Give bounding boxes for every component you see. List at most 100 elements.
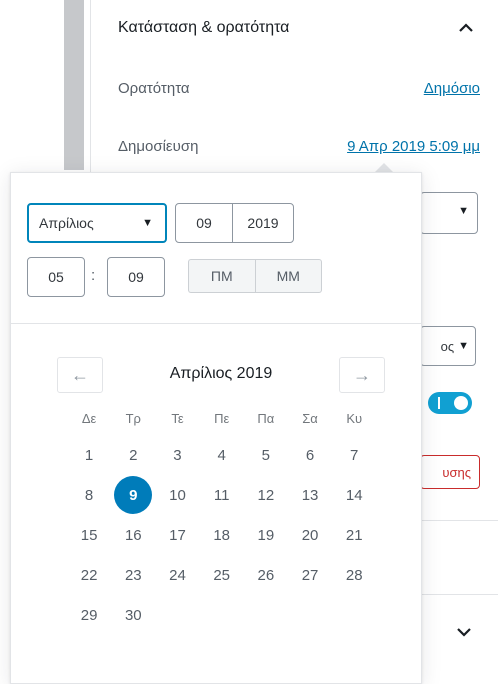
- calendar-day-number: 8: [84, 486, 94, 504]
- calendar-day[interactable]: 18: [200, 515, 244, 555]
- calendar-month-title: Απρίλιος 2019: [169, 365, 273, 382]
- calendar-day-number: 10: [169, 486, 186, 504]
- calendar-day[interactable]: 15: [67, 515, 111, 555]
- background-toggle[interactable]: [428, 392, 472, 414]
- background-select-2-text: ος: [440, 338, 455, 354]
- calendar-day-number: 5: [261, 446, 271, 464]
- calendar-day[interactable]: 6: [288, 435, 332, 475]
- date-time-popover: Απρίλιος ▼ 09 2019 05 : 09 ΠΜ ΜΜ ← Απρίλ…: [10, 172, 422, 684]
- visibility-toggle-link[interactable]: Δημόσιο: [424, 80, 480, 97]
- calendar-day[interactable]: 30: [111, 595, 155, 635]
- calendar-day-number: 16: [124, 526, 142, 544]
- status-visibility-panel-header[interactable]: Κατάσταση & ορατότητα: [118, 14, 480, 42]
- calendar-day-number: 7: [350, 446, 359, 464]
- calendar-day-number: 17: [169, 526, 186, 544]
- next-month-button[interactable]: →: [339, 357, 385, 393]
- background-delete-button-text: υσης: [442, 464, 471, 480]
- am-button[interactable]: ΜΜ: [254, 259, 322, 293]
- calendar-day[interactable]: 24: [155, 555, 199, 595]
- calendar-day-number: 15: [80, 526, 98, 544]
- divider: [420, 520, 498, 521]
- calendar-day[interactable]: 11: [200, 475, 244, 515]
- calendar-day[interactable]: 8: [67, 475, 111, 515]
- calendar-day-number: 6: [305, 446, 315, 464]
- calendar-day[interactable]: 26: [244, 555, 288, 595]
- empty-day-cell: [155, 595, 199, 635]
- day-value: 09: [196, 215, 212, 231]
- empty-day-cell: [288, 595, 332, 635]
- panel-title: Κατάσταση & ορατότητα: [118, 19, 290, 36]
- calendar-day[interactable]: 3: [155, 435, 199, 475]
- calendar-day[interactable]: 4: [200, 435, 244, 475]
- calendar-day[interactable]: 1: [67, 435, 111, 475]
- calendar-day[interactable]: 17: [155, 515, 199, 555]
- calendar-day[interactable]: 19: [244, 515, 288, 555]
- calendar-day[interactable]: 13: [288, 475, 332, 515]
- empty-day-cell: [200, 595, 244, 635]
- calendar-week: 1 2 3 4 5 6 7: [67, 435, 377, 475]
- weekday-label: Τρ: [125, 411, 141, 426]
- calendar-day-number: 23: [124, 566, 142, 584]
- calendar-day-number: 19: [257, 526, 275, 544]
- chevron-down-icon[interactable]: [452, 620, 476, 644]
- calendar-day-number: 12: [257, 486, 275, 504]
- empty-day-cell: [332, 595, 376, 635]
- divider: [420, 594, 498, 595]
- month-select[interactable]: Απρίλιος ▼: [27, 203, 167, 243]
- day-input[interactable]: 09: [175, 203, 233, 243]
- month-value: Απρίλιος: [39, 215, 94, 231]
- calendar-day-number: 27: [301, 566, 319, 584]
- background-select[interactable]: ▼: [420, 192, 478, 234]
- background-select-2[interactable]: ος ▼: [420, 326, 476, 366]
- calendar-day-selected[interactable]: 9: [111, 475, 155, 515]
- calendar-day[interactable]: 14: [332, 475, 376, 515]
- am-pm-toggle: ΠΜ ΜΜ: [188, 259, 322, 293]
- divider: [11, 323, 421, 324]
- calendar-day[interactable]: 16: [111, 515, 155, 555]
- visibility-row: Ορατότητα Δημόσιο: [118, 76, 480, 100]
- calendar-day[interactable]: 25: [200, 555, 244, 595]
- calendar-day-number: 24: [169, 566, 186, 584]
- year-input[interactable]: 2019: [232, 203, 294, 243]
- calendar-day[interactable]: 28: [332, 555, 376, 595]
- calendar-day-number: 25: [213, 566, 230, 584]
- calendar-day[interactable]: 10: [155, 475, 199, 515]
- background-delete-button[interactable]: υσης: [420, 455, 480, 489]
- weekday-label: Τε: [171, 411, 184, 426]
- calendar-day-number: 22: [80, 566, 98, 584]
- calendar-day[interactable]: 23: [111, 555, 155, 595]
- calendar-day-number: 1: [84, 446, 94, 464]
- arrow-right-icon: →: [353, 364, 371, 385]
- calendar-day[interactable]: 27: [288, 555, 332, 595]
- minute-input[interactable]: 09: [107, 257, 165, 297]
- publish-date-link[interactable]: 9 Απρ 2019 5:09 μμ: [347, 138, 480, 155]
- calendar-day-number: 13: [301, 486, 319, 504]
- chevron-up-icon[interactable]: [452, 14, 480, 42]
- calendar-day[interactable]: 12: [244, 475, 288, 515]
- calendar-day[interactable]: 7: [332, 435, 376, 475]
- calendar-day-number: 29: [80, 606, 98, 624]
- calendar-day[interactable]: 20: [288, 515, 332, 555]
- calendar-week: 8 9 10 11 12 13 14: [67, 475, 377, 515]
- calendar-day[interactable]: 5: [244, 435, 288, 475]
- calendar-day-number: 26: [257, 566, 275, 584]
- weekday-label: Δε: [81, 411, 97, 426]
- hour-input[interactable]: 05: [27, 257, 85, 297]
- calendar-day[interactable]: 29: [67, 595, 111, 635]
- calendar-weeks: 1 2 3 4 5 6 7 8 9 10 11 12 13 14 15 16 17 18 19 20 21 22 23 24 2…: [67, 435, 377, 635]
- scrollbar-thumb[interactable]: [64, 0, 84, 170]
- calendar-week: 15 16 17 18 19 20 21: [67, 515, 377, 555]
- empty-day-cell: [244, 595, 288, 635]
- calendar-day-number: 30: [124, 606, 142, 624]
- calendar-day-number: 20: [301, 526, 319, 544]
- calendar-day-number: 3: [173, 446, 182, 464]
- calendar-week: 22 23 24 25 26 27 28: [67, 555, 377, 595]
- caret-down-icon: ▼: [458, 340, 469, 352]
- pm-button[interactable]: ΠΜ: [188, 259, 255, 293]
- calendar-day[interactable]: 2: [111, 435, 155, 475]
- calendar-header: ← Απρίλιος 2019 →: [57, 357, 385, 393]
- calendar-day[interactable]: 22: [67, 555, 111, 595]
- calendar-day[interactable]: 21: [332, 515, 376, 555]
- calendar-day-number: 9: [114, 476, 153, 514]
- publish-label: Δημοσίευση: [118, 137, 199, 155]
